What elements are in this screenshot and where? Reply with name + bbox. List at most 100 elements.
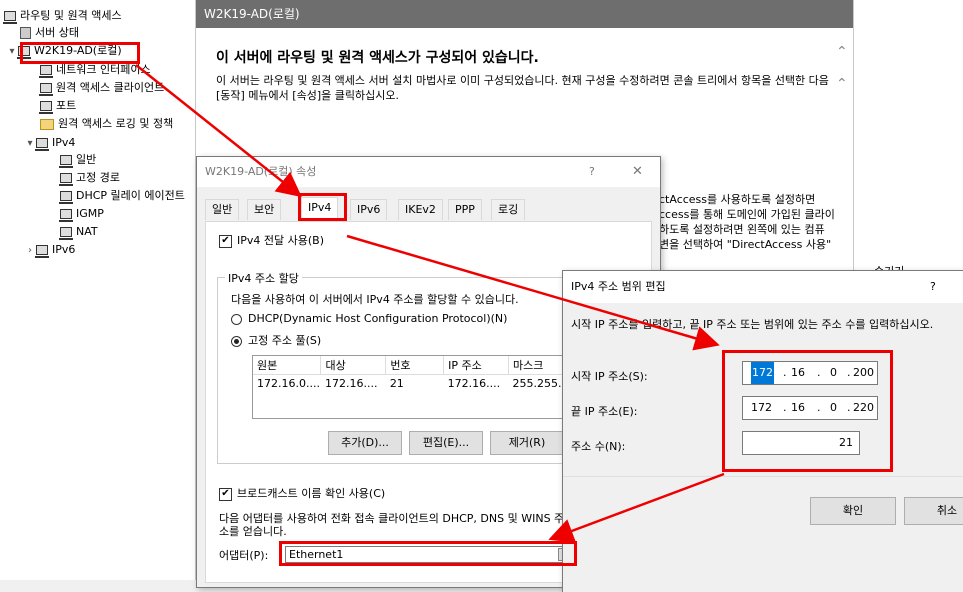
start-ip-label: 시작 IP 주소(S): xyxy=(571,370,648,383)
server-icon xyxy=(59,155,73,168)
tree-node[interactable]: › IPv6 xyxy=(24,241,75,259)
console-tree: 라우팅 및 원격 액세스 서버 상태 ▾ W2K19-AD(로컬) 네트워크 인터페이스… xyxy=(0,0,196,580)
tree-node-label: IPv4 xyxy=(52,136,76,149)
server-icon xyxy=(39,83,53,96)
range-instruction: 시작 IP 주소를 입력하고, 끝 IP 주소 또는 범위에 있는 주소 수를 … xyxy=(571,318,934,331)
table-cell: 21 xyxy=(389,377,404,391)
server-icon xyxy=(35,138,49,151)
details-header: W2K19-AD(로컬) xyxy=(196,0,853,28)
checkbox-label: 브로드캐스트 이름 확인 사용(C) xyxy=(237,487,386,500)
highlight-ipv4-tab xyxy=(298,193,347,221)
details-description: 이 서버는 라우팅 및 원격 액세스 서버 설치 마법사로 이미 구성되었습니다… xyxy=(216,74,829,102)
static-pool-radio[interactable]: 고정 주소 풀(S) xyxy=(231,332,321,348)
checkbox-label: IPv4 전달 사용(B) xyxy=(237,234,324,247)
tab-ikev2[interactable]: IKEv2 xyxy=(398,199,443,220)
server-icon xyxy=(59,191,73,204)
text-line: 변을 선택하여 "DirectAccess 사용" xyxy=(659,238,832,251)
highlight-adapter xyxy=(279,541,577,566)
remove-button[interactable]: 제거(R) xyxy=(490,431,564,455)
highlight-range-fields xyxy=(722,350,893,472)
edit-button[interactable]: 편집(E)... xyxy=(409,431,483,455)
tree-node[interactable]: 서버 상태 xyxy=(20,24,79,42)
radio-indicator xyxy=(231,313,242,325)
server-icon xyxy=(59,227,73,240)
text-line: ctAccess를 사용하도록 설정하면 xyxy=(659,193,816,206)
tree-node-label: DHCP 릴레이 에이전트 xyxy=(76,189,185,202)
col-header[interactable]: IP 주소 xyxy=(443,356,510,375)
tree-node[interactable]: NAT xyxy=(59,223,98,241)
tree-node-label: 원격 액세스 클라이언트 xyxy=(56,81,165,94)
tab-security[interactable]: 보안 xyxy=(247,199,282,220)
tree-node-label: NAT xyxy=(76,225,98,238)
tree-node-label: 일반 xyxy=(76,153,97,166)
tree-node-label: 네트워크 인터페이스 xyxy=(56,63,151,76)
tab-strip: 일반 보안 IPv4 IPv6 IKEv2 PPP 로깅 xyxy=(205,197,645,221)
radio-indicator xyxy=(231,335,242,347)
group-title: IPv4 주소 할당 xyxy=(225,270,302,286)
tree-node[interactable]: 원격 액세스 클라이언트 xyxy=(39,79,165,97)
tree-node[interactable]: DHCP 릴레이 에이전트 xyxy=(59,187,185,205)
folder-icon xyxy=(40,118,54,130)
tree-node-label: 고정 경로 xyxy=(76,171,120,184)
adapter-label: 어댑터(P): xyxy=(219,549,269,562)
checkbox-check: ✔ xyxy=(219,487,232,501)
col-header[interactable]: 대상 xyxy=(320,356,387,375)
tree-node[interactable]: 고정 경로 xyxy=(59,169,120,187)
pool-table: 원본 대상 번호 IP 주소 마스크 172.16.0.... 172.16..… xyxy=(253,356,573,393)
tab-ipv6[interactable]: IPv6 xyxy=(350,199,388,220)
tree-node[interactable]: 라우팅 및 원격 액세스 xyxy=(3,7,122,25)
close-icon[interactable]: ✕ xyxy=(632,157,643,187)
radio-label: 고정 주소 풀(S) xyxy=(248,334,322,347)
tree-node-label: 원격 액세스 로깅 및 정책 xyxy=(58,117,174,130)
tab-logging[interactable]: 로깅 xyxy=(491,199,526,220)
server-icon xyxy=(59,173,73,186)
tree-node[interactable]: 포트 xyxy=(39,97,77,115)
properties-titlebar: W2K19-AD(로컬) 속성 ? ✕ xyxy=(197,157,660,187)
tree-node-label: IGMP xyxy=(76,207,104,220)
text-line: ccess를 통해 도메인에 가입된 클라이 xyxy=(659,208,835,221)
highlight-server-node xyxy=(20,42,140,64)
range-titlebar: IPv4 주소 범위 편집 ? xyxy=(563,271,963,303)
tree-node[interactable]: IGMP xyxy=(59,205,104,223)
cancel-button[interactable]: 취소 xyxy=(904,497,963,525)
table-row[interactable]: 172.16.0.... 172.16.... 21 172.16.... 25… xyxy=(253,375,573,393)
range-footer xyxy=(563,476,963,592)
server-icon xyxy=(35,245,49,258)
text-line: 하도록 설정하려면 왼쪽에 있는 컴퓨 xyxy=(659,223,825,236)
tree-node-label: 서버 상태 xyxy=(35,26,79,39)
table-cell: 172.16.... xyxy=(447,377,501,391)
broadcast-checkbox[interactable]: ✔ 브로드캐스트 이름 확인 사용(C) xyxy=(219,485,385,501)
table-cell: 172.16.0.... xyxy=(257,377,320,391)
server-icon xyxy=(59,209,73,222)
collapse-icon[interactable]: ⌃ xyxy=(836,44,848,60)
add-button[interactable]: 추가(D)... xyxy=(328,431,402,455)
adapter-description: 다음 어댑터를 사용하여 전화 접속 클라이언트의 DHCP, DNS 및 WI… xyxy=(219,512,565,538)
tree-node-label: 포트 xyxy=(56,99,77,112)
server-icon xyxy=(39,101,53,114)
col-header[interactable]: 번호 xyxy=(385,356,445,375)
ok-button[interactable]: 확인 xyxy=(810,497,896,525)
tree-node[interactable]: ▾ IPv4 xyxy=(24,134,75,152)
scroll-up-icon[interactable]: ⌃ xyxy=(836,76,848,92)
server-icon xyxy=(39,65,53,78)
tree-node[interactable]: 일반 xyxy=(59,151,97,169)
help-icon[interactable]: ? xyxy=(589,157,595,187)
tab-ppp[interactable]: PPP xyxy=(448,199,482,220)
count-label: 주소 수(N): xyxy=(571,440,626,453)
range-title: IPv4 주소 범위 편집 xyxy=(571,280,666,293)
properties-title: W2K19-AD(로컬) 속성 xyxy=(205,165,317,178)
tree-node-label: IPv6 xyxy=(52,243,76,256)
server-icon xyxy=(3,11,17,24)
ipv4-forwarding-checkbox[interactable]: ✔ IPv4 전달 사용(B) xyxy=(219,232,324,248)
details-heading: 이 서버에 라우팅 및 원격 액세스가 구성되어 있습니다. xyxy=(216,50,539,66)
database-icon xyxy=(20,27,31,39)
directaccess-text: ctAccess를 사용하도록 설정하면 ccess를 통해 도메인에 가입된 … xyxy=(659,192,839,252)
radio-label: DHCP(Dynamic Host Configuration Protocol… xyxy=(248,312,508,325)
dhcp-radio[interactable]: DHCP(Dynamic Host Configuration Protocol… xyxy=(231,312,507,325)
col-header[interactable]: 원본 xyxy=(253,356,322,375)
address-pool-list[interactable]: 원본 대상 번호 IP 주소 마스크 172.16.0.... 172.16..… xyxy=(252,355,574,419)
tab-general[interactable]: 일반 xyxy=(205,199,240,220)
tree-node[interactable]: 원격 액세스 로깅 및 정책 xyxy=(40,115,173,133)
help-icon[interactable]: ? xyxy=(930,271,936,303)
table-cell: 172.16.... xyxy=(324,377,378,391)
